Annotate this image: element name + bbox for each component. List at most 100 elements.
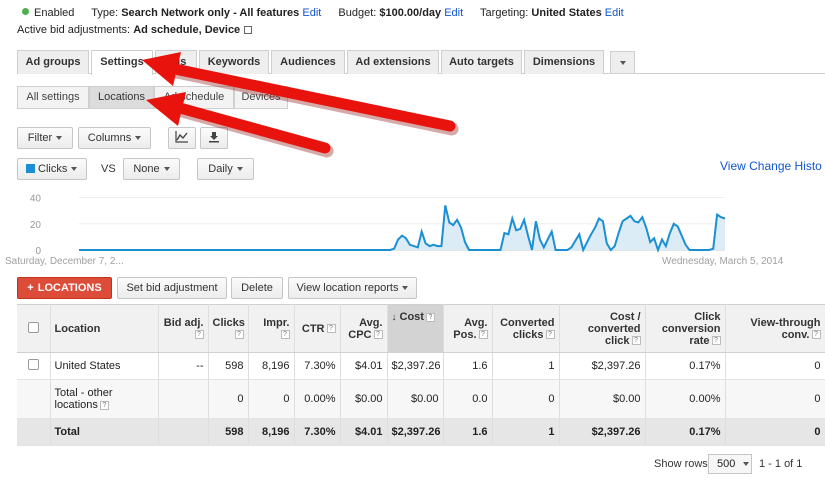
cell-ctr: 7.30% [294, 418, 341, 446]
filter-button[interactable]: Filter [17, 127, 73, 149]
help-icon[interactable]: ? [545, 330, 555, 340]
view-change-history-link[interactable]: View Change Histo [720, 159, 822, 173]
header-clicks[interactable]: Clicks? [208, 304, 249, 353]
row-checkbox-cell[interactable] [17, 352, 51, 380]
status-enabled: Enabled [22, 7, 74, 19]
cell-cost: $2,397.26 [387, 418, 444, 446]
subtab-devices[interactable]: Devices [234, 86, 288, 109]
chevron-down-icon [135, 136, 142, 140]
edit-targeting-link[interactable]: Edit [605, 7, 624, 19]
header-avg-pos[interactable]: Avg. Pos.? [443, 304, 493, 353]
campaign-targeting: Targeting: United States Edit [480, 7, 624, 19]
y-tick-label: 0 [35, 246, 41, 256]
edit-budget-link[interactable]: Edit [444, 7, 463, 19]
add-locations-button[interactable]: + Locations [17, 277, 112, 299]
header-avg-cpc[interactable]: Avg. CPC? [340, 304, 388, 353]
chart-toggle-button[interactable] [168, 127, 196, 149]
cell-cost: $2,397.26 [387, 352, 444, 380]
cell-clicks: 598 [208, 352, 249, 380]
subtab-ad-schedule[interactable]: Ad schedule [154, 86, 234, 109]
edit-type-link[interactable]: Edit [302, 7, 321, 19]
chevron-down-icon [619, 61, 626, 65]
tab-keywords[interactable]: Keywords [199, 50, 269, 74]
header-view-through[interactable]: View-through conv.? [725, 304, 825, 353]
help-icon[interactable]: ? [811, 330, 821, 340]
header-impr[interactable]: Impr.? [248, 304, 295, 353]
cell-converted-clicks: 1 [492, 352, 560, 380]
cell-conversion-rate: 0.17% [645, 418, 726, 446]
cell-clicks: 0 [208, 379, 249, 419]
more-tabs-dropdown[interactable] [610, 51, 635, 73]
view-location-reports-button[interactable]: View location reports [288, 277, 417, 299]
sort-down-icon: ↓ [391, 312, 397, 323]
tab-settings[interactable]: Settings [91, 50, 153, 75]
empty-cell [158, 418, 209, 446]
download-button[interactable] [200, 127, 228, 149]
set-bid-adjustment-button[interactable]: Set bid adjustment [117, 277, 227, 299]
cell-cost-per-conv: $2,397.26 [559, 352, 646, 380]
help-icon[interactable]: ? [99, 400, 109, 410]
table-row: United States -- 598 8,196 7.30% $4.01 $… [17, 352, 825, 380]
cell-location: Total [50, 418, 159, 446]
header-conversion-rate[interactable]: Click conversion rate? [645, 304, 726, 353]
cell-conversion-rate: 0.17% [645, 352, 726, 380]
tab-ad-groups[interactable]: Ad groups [17, 50, 89, 74]
header-bid-adj[interactable]: Bid adj.? [158, 304, 209, 353]
header-cost-per-conv[interactable]: Cost / converted click? [559, 304, 646, 353]
columns-button[interactable]: Columns [78, 127, 151, 149]
metric2-dropdown[interactable]: None [123, 158, 180, 180]
help-icon[interactable]: ? [478, 330, 488, 340]
download-icon [209, 132, 219, 143]
tab-auto-targets[interactable]: Auto targets [441, 50, 522, 74]
calendar-icon[interactable] [244, 26, 253, 34]
header-ctr[interactable]: CTR? [294, 304, 341, 353]
select-all-checkbox[interactable] [27, 321, 39, 333]
cell-conversion-rate: 0.00% [645, 379, 726, 419]
chevron-down-icon [402, 286, 409, 290]
period-dropdown[interactable]: Daily [197, 158, 254, 180]
help-icon[interactable]: ? [326, 324, 336, 334]
metric1-dropdown[interactable]: Clicks [17, 158, 87, 180]
cell-location: United States [50, 352, 159, 380]
chevron-down-icon [236, 167, 243, 171]
header-location[interactable]: Location [50, 304, 159, 353]
line-chart-icon [175, 131, 188, 143]
rows-per-page-select[interactable]: 500 [708, 454, 752, 474]
empty-cell [17, 379, 51, 419]
locations-table: Location Bid adj.? Clicks? Impr.? CTR? A… [17, 304, 825, 446]
cell-cost-per-conv: $0.00 [559, 379, 646, 419]
clicks-series-area [79, 205, 725, 250]
chevron-down-icon [743, 462, 750, 466]
cell-avg-cpc: $4.01 [340, 352, 388, 380]
empty-cell [17, 418, 51, 446]
tab-ads[interactable]: Ads [155, 50, 197, 74]
help-icon[interactable]: ? [711, 336, 721, 346]
table-row: Total - other locations? 0 0 0.00% $0.00… [17, 379, 825, 419]
help-icon[interactable]: ? [234, 330, 244, 340]
tab-ad-extensions[interactable]: Ad extensions [347, 50, 439, 74]
help-icon[interactable]: ? [425, 312, 435, 322]
cell-avg-cpc: $4.01 [340, 418, 388, 446]
tab-dimensions[interactable]: Dimensions [524, 50, 604, 74]
campaign-status-bar: Enabled Type: Search Network only - All … [22, 7, 638, 19]
subtab-all-settings[interactable]: All settings [17, 86, 89, 109]
tab-audiences[interactable]: Audiences [271, 50, 345, 74]
cell-avg-cpc: $0.00 [340, 379, 388, 419]
cell-impr: 0 [248, 379, 295, 419]
select-all-checkbox-cell[interactable] [17, 304, 51, 353]
help-icon[interactable]: ? [280, 330, 290, 340]
cell-converted-clicks: 1 [492, 418, 560, 446]
help-icon[interactable]: ? [194, 330, 204, 340]
cell-avg-pos: 0.0 [443, 379, 493, 419]
header-cost[interactable]: ↓ Cost? [387, 304, 444, 353]
enabled-dot-icon [22, 8, 29, 15]
help-icon[interactable]: ? [373, 330, 383, 340]
row-checkbox[interactable] [27, 359, 39, 370]
header-converted-clicks[interactable]: Converted clicks? [492, 304, 560, 353]
table-total-row: Total 598 8,196 7.30% $4.01 $2,397.26 1.… [17, 418, 825, 446]
cell-bid-adj[interactable]: -- [158, 352, 209, 380]
delete-button[interactable]: Delete [231, 277, 283, 299]
help-icon[interactable]: ? [631, 336, 641, 346]
campaign-type: Type: Search Network only - All features… [91, 7, 322, 19]
subtab-locations[interactable]: Locations [89, 86, 154, 109]
